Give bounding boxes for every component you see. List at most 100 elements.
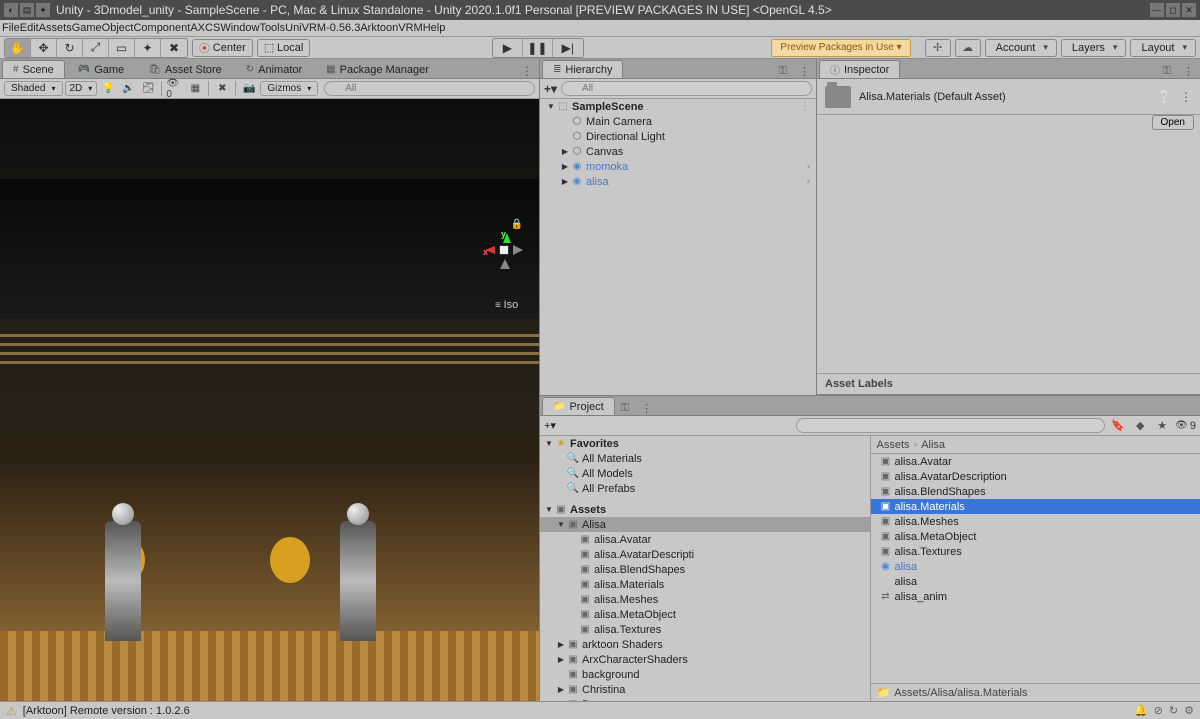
tab-scene[interactable]: #Scene <box>2 60 65 78</box>
ubuntu-icon[interactable]: ◐ <box>4 3 18 17</box>
project-breadcrumb[interactable]: Assets › Alisa <box>871 436 1200 454</box>
project-folder-tree[interactable]: ▼★Favorites🔍All Materials🔍All Models🔍All… <box>540 436 871 701</box>
fx-toggle[interactable]: 🌫 <box>139 81 157 96</box>
project-context-icon[interactable]: ⋮ <box>635 402 658 415</box>
project-asset-item[interactable]: alisa <box>871 574 1200 589</box>
hidden-count[interactable]: 👁9 <box>1175 420 1196 432</box>
close-button[interactable]: ✕ <box>1182 3 1196 17</box>
project-tree-item[interactable]: ▶▣arktoon Shaders <box>540 637 870 652</box>
preview-packages-button[interactable]: Preview Packages in Use ▾ <box>771 39 910 57</box>
project-tree-item[interactable]: ▣alisa.Meshes <box>540 592 870 607</box>
project-lock-icon[interactable]: ⚿ <box>615 402 635 415</box>
project-add-button[interactable]: +▾ <box>544 419 556 432</box>
menu-arktoon[interactable]: Arktoon <box>360 22 398 34</box>
save-search-icon[interactable]: ★ <box>1153 419 1171 432</box>
project-search-input[interactable] <box>796 418 1105 433</box>
shading-mode-dropdown[interactable]: Shaded <box>4 81 63 96</box>
pause-button[interactable]: ❚❚ <box>523 39 553 57</box>
2d-toggle[interactable]: 2D <box>65 81 98 96</box>
breadcrumb-current[interactable]: Alisa <box>921 439 945 451</box>
tab-inspector[interactable]: ⓘInspector <box>819 60 900 78</box>
audio-toggle[interactable]: 🔊 <box>119 81 137 96</box>
project-tree-item[interactable]: ▣alisa.AvatarDescripti <box>540 547 870 562</box>
tab-project[interactable]: 📁Project <box>542 397 615 415</box>
collab-button[interactable]: ✢ <box>925 39 951 57</box>
project-tree-item[interactable]: ▣alisa.MetaObject <box>540 607 870 622</box>
custom-tool[interactable]: ✖ <box>161 39 187 57</box>
menu-edit[interactable]: Edit <box>20 22 39 34</box>
hierarchy-item[interactable]: ▶⬡Canvas <box>540 144 816 159</box>
layout-dropdown[interactable]: Layout <box>1130 39 1196 57</box>
warning-icon[interactable]: ⚠ <box>6 704 17 718</box>
sys-icon-2[interactable]: ▤ <box>20 3 34 17</box>
status-icon-1[interactable]: 🔔 <box>1134 704 1148 717</box>
breadcrumb-root[interactable]: Assets <box>877 439 910 451</box>
tab-context-menu[interactable]: ⋮ <box>515 64 539 78</box>
iso-label[interactable]: ≡ Iso <box>495 299 518 311</box>
hierarchy-lock-icon[interactable]: ⚿ <box>773 65 793 78</box>
project-asset-item[interactable]: ▣alisa.Meshes <box>871 514 1200 529</box>
hierarchy-search-input[interactable] <box>561 81 812 96</box>
hierarchy-context-icon[interactable]: ⋮ <box>793 65 816 78</box>
tools-toggle[interactable]: ✖ <box>213 81 231 96</box>
hierarchy-item[interactable]: ▶◉alisa› <box>540 174 816 189</box>
layers-dropdown[interactable]: Layers <box>1061 39 1127 57</box>
tab-game[interactable]: 🎮Game <box>67 60 135 78</box>
inspector-context-icon[interactable]: ⋮ <box>1177 65 1200 78</box>
project-asset-item[interactable]: ▣alisa.Textures <box>871 544 1200 559</box>
menu-file[interactable]: File <box>2 22 20 34</box>
scene-viewport[interactable]: 🔒 y x ≡ Iso <box>0 99 539 701</box>
orientation-gizmo[interactable]: 🔒 y x ≡ Iso <box>461 207 521 267</box>
project-tree-item[interactable]: ▣alisa.Avatar <box>540 532 870 547</box>
project-tree-item[interactable]: ▼▣Alisa <box>540 517 870 532</box>
project-tree-item[interactable]: 🔍All Materials <box>540 451 870 466</box>
inspector-lock-icon[interactable]: ⚿ <box>1157 65 1177 78</box>
menu-component[interactable]: Component <box>133 22 190 34</box>
cloud-button[interactable]: ☁ <box>955 39 981 57</box>
menu-univrm[interactable]: UniVRM-0.56.3 <box>285 22 360 34</box>
scale-tool[interactable]: ⤢ <box>83 39 109 57</box>
project-tree-item[interactable]: ▣background <box>540 667 870 682</box>
project-tree-item[interactable]: ▼▣Assets <box>540 502 870 517</box>
menu-help[interactable]: Help <box>423 22 446 34</box>
project-asset-item[interactable]: ▣alisa.BlendShapes <box>871 484 1200 499</box>
open-button[interactable]: Open <box>1152 115 1194 130</box>
play-button[interactable]: ▶ <box>493 39 523 57</box>
hidden-toggle[interactable]: 👁0 <box>166 81 184 96</box>
menu-gameobject[interactable]: GameObject <box>72 22 134 34</box>
transform-tool[interactable]: ✦ <box>135 39 161 57</box>
hierarchy-tree[interactable]: ▼⬚SampleScene⋮⬡Main Camera⬡Directional L… <box>540 99 816 395</box>
rotate-tool[interactable]: ↻ <box>57 39 83 57</box>
tab-packagemanager[interactable]: ▦Package Manager <box>315 60 440 78</box>
project-asset-item[interactable]: ▣alisa.AvatarDescription <box>871 469 1200 484</box>
status-icon-2[interactable]: ⊘ <box>1154 704 1163 717</box>
minimize-button[interactable]: — <box>1150 3 1164 17</box>
pivot-toggle[interactable]: ⦿ Center <box>192 39 253 57</box>
project-tree-item[interactable]: ▣alisa.Textures <box>540 622 870 637</box>
project-tree-item[interactable]: ▶▣fina <box>540 697 870 701</box>
step-button[interactable]: ▶| <box>553 39 583 57</box>
project-tree-item[interactable]: 🔍All Models <box>540 466 870 481</box>
menu-vrm[interactable]: VRM <box>398 22 422 34</box>
scene-search-input[interactable] <box>324 81 535 96</box>
hierarchy-add-button[interactable]: +▾ <box>544 82 557 96</box>
status-icon-3[interactable]: ↻ <box>1169 704 1178 717</box>
project-tree-item[interactable]: 🔍All Prefabs <box>540 481 870 496</box>
grid-toggle[interactable]: ▦ <box>186 81 204 96</box>
hierarchy-item[interactable]: ▼⬚SampleScene⋮ <box>540 99 816 114</box>
sys-icon-3[interactable]: ✦ <box>36 3 50 17</box>
maximize-button[interactable]: ◻ <box>1166 3 1180 17</box>
space-toggle[interactable]: ⬚ Local <box>257 39 310 57</box>
rect-tool[interactable]: ▭ <box>109 39 135 57</box>
project-tree-item[interactable]: ▼★Favorites <box>540 436 870 451</box>
status-icon-4[interactable]: ⚙ <box>1184 704 1194 717</box>
inspector-menu-icon[interactable]: ⋮ <box>1180 90 1192 104</box>
menu-assets[interactable]: Assets <box>39 22 72 34</box>
gizmos-dropdown[interactable]: Gizmos <box>260 81 318 96</box>
tab-assetstore[interactable]: 🛍Asset Store <box>137 60 233 78</box>
project-items-list[interactable]: ▣alisa.Avatar▣alisa.AvatarDescription▣al… <box>871 454 1200 683</box>
tab-animator[interactable]: ↻Animator <box>235 60 313 78</box>
account-dropdown[interactable]: Account <box>985 39 1057 57</box>
project-tree-item[interactable]: ▣alisa.BlendShapes <box>540 562 870 577</box>
project-asset-item[interactable]: ▣alisa.Avatar <box>871 454 1200 469</box>
